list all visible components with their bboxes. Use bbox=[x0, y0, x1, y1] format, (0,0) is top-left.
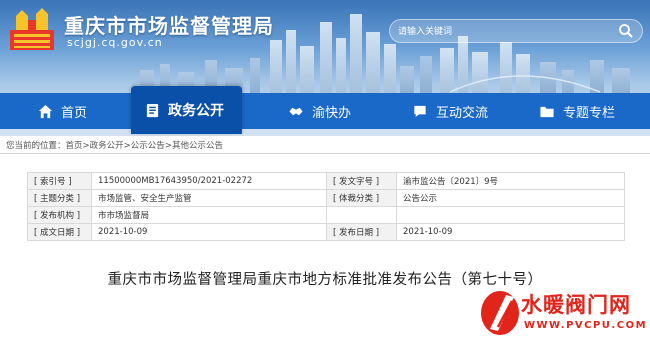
info-label bbox=[326, 206, 397, 224]
nav-item-label: 政务公开 bbox=[168, 103, 224, 119]
handshake-icon bbox=[289, 107, 303, 115]
nav-item-label: 渝快办 bbox=[312, 105, 352, 121]
nav-item-label: 首页 bbox=[61, 105, 88, 121]
breadcrumb: 您当前的位置：首页>政务公开>公示公告>其他公示公告 bbox=[6, 139, 223, 151]
table-row: [ 主题分类 ] 市场监管、安全生产监管 [ 体裁分类 ] 公告公示 bbox=[27, 189, 625, 207]
breadcrumb-prefix: 您当前的位置： bbox=[6, 141, 66, 151]
nav-item-label: 专题专栏 bbox=[563, 105, 616, 121]
breadcrumb-link-home[interactable]: 首页 bbox=[66, 141, 83, 151]
info-label: [ 发文字号 ] bbox=[326, 172, 397, 190]
info-value: 2021-10-09 bbox=[91, 223, 327, 241]
breadcrumb-divider bbox=[0, 153, 650, 154]
info-label: [ 主题分类 ] bbox=[27, 189, 92, 207]
info-value bbox=[396, 206, 625, 224]
info-value: 市场监管、安全生产监管 bbox=[91, 189, 327, 207]
folder-icon bbox=[540, 106, 554, 117]
breadcrumb-separator: > bbox=[164, 141, 172, 151]
nav-item-yukuaiban[interactable]: 渝快办 bbox=[288, 93, 351, 129]
info-label: [ 发布日期 ] bbox=[326, 223, 397, 241]
info-value: 市市场监督局 bbox=[91, 206, 327, 224]
watermark-url: WWW.PVCPU.COM bbox=[524, 320, 648, 331]
info-value: 2021-10-09 bbox=[396, 223, 625, 241]
main-nav: 首页 政务公开 渝快办 互动交流 专题专栏 bbox=[0, 86, 650, 134]
chat-icon bbox=[414, 105, 426, 117]
breadcrumb-separator: > bbox=[123, 141, 131, 151]
site-domain: scjgj.cq.gov.cn bbox=[67, 36, 163, 49]
breadcrumb-link-affairs[interactable]: 政务公开 bbox=[90, 141, 124, 151]
info-label: [ 体裁分类 ] bbox=[326, 189, 397, 207]
site-title: 重庆市市场监督管理局 bbox=[64, 14, 274, 38]
info-label: [ 成文日期 ] bbox=[27, 223, 92, 241]
nav-item-government-affairs[interactable]: 政务公开 bbox=[131, 86, 242, 134]
search-input[interactable] bbox=[398, 23, 608, 40]
article-title: 重庆市市场监督管理局重庆市地方标准批准发布公告（第七十号） bbox=[107, 272, 543, 288]
table-row: [ 成文日期 ] 2021-10-09 [ 发布日期 ] 2021-10-09 bbox=[27, 223, 625, 241]
table-row: [ 索引号 ] 11500000MB17643950/2021-02272 [ … bbox=[27, 172, 625, 190]
home-icon bbox=[38, 104, 53, 118]
search-icon[interactable] bbox=[618, 23, 634, 39]
info-label: [ 索引号 ] bbox=[27, 172, 92, 190]
document-icon bbox=[146, 103, 159, 117]
nav-item-special-topics[interactable]: 专题专栏 bbox=[539, 93, 615, 129]
document-info-table: [ 索引号 ] 11500000MB17643950/2021-02272 [ … bbox=[27, 172, 625, 241]
info-value: 渝市监公告〔2021〕9号 bbox=[396, 172, 625, 190]
nav-item-label: 互动交流 bbox=[436, 105, 489, 121]
info-value: 11500000MB17643950/2021-02272 bbox=[91, 172, 327, 190]
nav-item-interaction[interactable]: 互动交流 bbox=[412, 93, 488, 129]
table-row: [ 发布机构 ] 市市场监督局 bbox=[27, 206, 625, 224]
info-label: [ 发布机构 ] bbox=[27, 206, 92, 224]
breadcrumb-link-notices[interactable]: 公示公告 bbox=[131, 141, 165, 151]
breadcrumb-link-other-notices[interactable]: 其他公示公告 bbox=[172, 141, 223, 151]
emblem-logo-icon bbox=[10, 8, 54, 50]
breadcrumb-separator: > bbox=[82, 141, 90, 151]
search-box[interactable] bbox=[389, 19, 643, 43]
watermark-text: 水暖阀门网 bbox=[521, 293, 631, 317]
nav-item-home[interactable]: 首页 bbox=[38, 93, 87, 129]
info-value: 公告公示 bbox=[396, 189, 625, 207]
